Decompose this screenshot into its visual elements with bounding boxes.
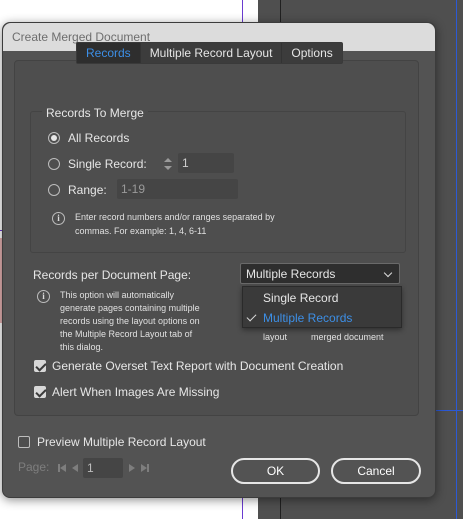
preview-layout-label[interactable]: Preview Multiple Record Layout [37, 435, 206, 449]
chevron-down-icon [383, 268, 393, 278]
page-label: Page: [18, 460, 50, 474]
cancel-button[interactable]: Cancel [331, 458, 421, 484]
tab-options[interactable]: Options [282, 43, 341, 63]
records-per-page-dropdown: Single Record Multiple Records [242, 286, 402, 328]
info-icon: i [37, 290, 50, 303]
records-note-line2: commas. For example: 1, 4, 6-11 [75, 226, 207, 236]
page-number-input[interactable]: 1 [83, 458, 123, 478]
stepper-down-icon[interactable] [164, 166, 172, 170]
per-page-info-line4: the Multiple Record Layout tab of [60, 329, 193, 339]
guide-line [456, 0, 457, 519]
all-records-radio[interactable] [48, 132, 60, 144]
per-page-info-line1: This option will automatically [60, 290, 175, 300]
next-page-icon[interactable] [129, 464, 135, 472]
info-icon: i [52, 212, 65, 225]
records-to-merge-heading: Records To Merge [42, 106, 148, 120]
records-per-page-select[interactable]: Multiple Records [240, 263, 400, 284]
tab-bar: Records Multiple Record Layout Options [76, 42, 343, 64]
single-record-label[interactable]: Single Record: [68, 157, 147, 171]
checkmark-icon [246, 311, 257, 322]
single-record-stepper[interactable] [161, 155, 175, 173]
records-per-page-label: Records per Document Page: [33, 268, 192, 282]
tab-multiple-record-layout[interactable]: Multiple Record Layout [141, 43, 283, 63]
range-label[interactable]: Range: [68, 183, 107, 197]
last-page-icon[interactable] [147, 464, 149, 472]
dropdown-item-multiple-records[interactable]: Multiple Records [243, 308, 401, 328]
dropdown-item-single-record[interactable]: Single Record [243, 288, 401, 308]
per-page-info-line3: records using the layout options on [60, 316, 200, 326]
first-page-arrow-icon[interactable] [60, 464, 66, 472]
ok-button[interactable]: OK [231, 458, 320, 484]
overset-report-checkbox[interactable] [34, 360, 46, 372]
per-page-info-line5: this dialog. [60, 342, 104, 352]
overset-report-label[interactable]: Generate Overset Text Report with Docume… [52, 359, 343, 373]
single-record-input[interactable]: 1 [178, 153, 234, 173]
preview-layout-checkbox[interactable] [18, 436, 30, 448]
tab-records[interactable]: Records [77, 43, 141, 63]
dropdown-item-label: Multiple Records [263, 311, 353, 325]
records-note-line1: Enter record numbers and/or ranges separ… [75, 212, 275, 222]
records-per-page-value: Multiple Records [246, 267, 336, 281]
partial-text-layout: layout [263, 332, 288, 342]
single-record-radio[interactable] [48, 158, 60, 170]
all-records-label[interactable]: All Records [68, 131, 129, 145]
range-input[interactable]: 1-19 [117, 179, 238, 199]
previous-page-icon[interactable] [72, 464, 78, 472]
per-page-info-line2: generate pages containing multiple [60, 303, 200, 313]
images-missing-checkbox[interactable] [34, 386, 46, 398]
images-missing-label[interactable]: Alert When Images Are Missing [52, 385, 219, 399]
range-radio[interactable] [48, 184, 60, 196]
stepper-up-icon[interactable] [164, 158, 172, 162]
partial-text-merged-document: merged document [311, 332, 384, 342]
